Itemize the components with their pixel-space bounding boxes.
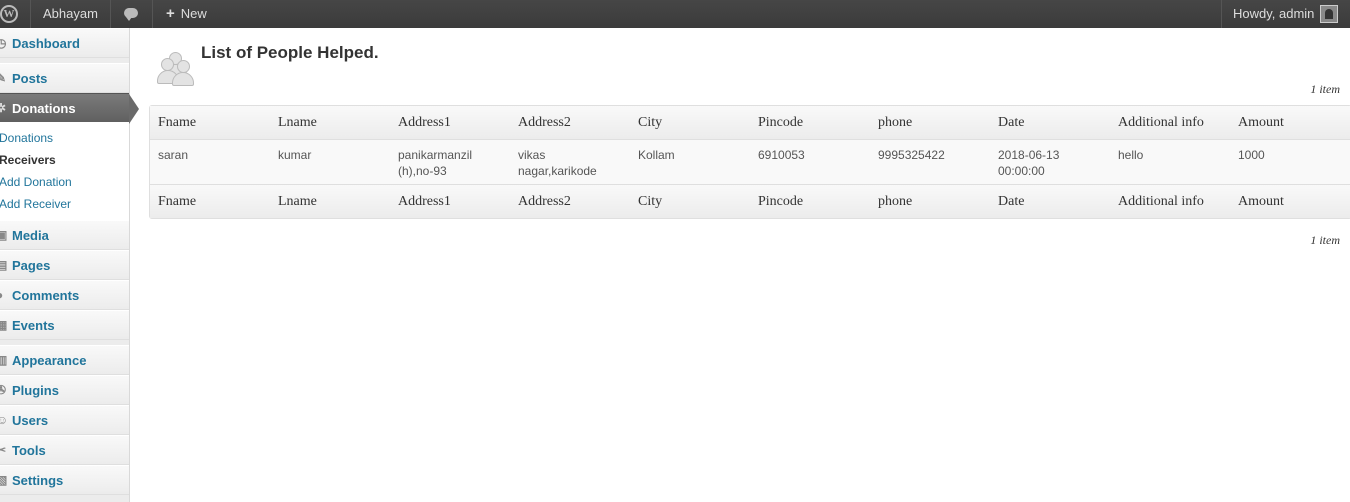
users-page-icon xyxy=(157,50,194,86)
sidebar-item-donations[interactable]: ✲ Donations xyxy=(0,93,139,124)
sidebar-item-media[interactable]: ▣ Media xyxy=(0,220,129,250)
sidebar-item-settings[interactable]: ▧ Settings xyxy=(0,465,129,495)
sidebar-item-users[interactable]: ☺ Users xyxy=(0,405,129,435)
sidebar-item-pages[interactable]: ▤ Pages xyxy=(0,250,129,280)
table-header-row: Fname Lname Address1 Address2 City Pinco… xyxy=(150,106,1350,140)
admin-sidebar: ◷ Dashboard ✎ Posts ✲ Donations Donation… xyxy=(0,28,139,502)
sidebar-item-label: Settings xyxy=(12,473,64,488)
cell-amount: 1000 xyxy=(1230,140,1350,184)
column-footer-address2: Address2 xyxy=(510,184,630,218)
adminbar-divider xyxy=(110,0,111,28)
sidebar-item-label: Comments xyxy=(12,288,80,303)
cell-lname: kumar xyxy=(270,140,390,184)
pages-icon: ▤ xyxy=(0,258,8,272)
adminbar-divider xyxy=(1221,0,1222,28)
media-icon: ▣ xyxy=(0,228,8,242)
cell-pincode: 6910053 xyxy=(750,140,870,184)
dashboard-icon: ◷ xyxy=(0,36,7,50)
new-content-button[interactable]: + New xyxy=(166,0,207,28)
posts-icon: ✎ xyxy=(0,71,7,85)
cell-additional-info: hello xyxy=(1110,140,1230,184)
column-footer-phone: phone xyxy=(870,184,990,218)
cell-date: 2018-06-13 00:00:00 xyxy=(990,140,1110,184)
submenu-item-receivers[interactable]: Receivers xyxy=(0,153,56,167)
sidebar-item-events[interactable]: ▦ Events xyxy=(0,310,129,340)
appearance-icon: ▥ xyxy=(0,353,8,367)
column-footer-lname: Lname xyxy=(270,184,390,218)
sidebar-item-label: Pages xyxy=(12,258,51,273)
sidebar-item-label: Media xyxy=(12,228,49,243)
item-count-bottom: 1 item xyxy=(1310,233,1340,247)
sidebar-item-label: Appearance xyxy=(12,353,87,368)
cell-city: Kollam xyxy=(630,140,750,184)
column-footer-city: City xyxy=(630,184,750,218)
site-name-link[interactable]: Abhayam xyxy=(43,0,98,28)
column-footer-address1: Address1 xyxy=(390,184,510,218)
sidebar-item-label: Dashboard xyxy=(12,36,80,51)
column-header-phone: phone xyxy=(870,106,990,140)
admin-bar: W Abhayam + New Howdy, admin xyxy=(0,0,1350,28)
plugins-icon: ✇ xyxy=(0,383,7,397)
column-footer-date: Date xyxy=(990,184,1110,218)
plus-icon: + xyxy=(166,5,175,22)
sidebar-item-label: Plugins xyxy=(12,383,59,398)
receivers-table: Fname Lname Address1 Address2 City Pinco… xyxy=(149,105,1350,219)
page-title: List of People Helped. xyxy=(201,43,379,62)
events-icon: ▦ xyxy=(0,318,8,332)
column-header-additional-info: Additional info xyxy=(1110,106,1230,140)
column-header-address2: Address2 xyxy=(510,106,630,140)
column-footer-additional-info: Additional info xyxy=(1110,184,1230,218)
tools-icon: ✂ xyxy=(0,443,7,457)
sidebar-item-dashboard[interactable]: ◷ Dashboard xyxy=(0,28,129,58)
sidebar-item-label: Events xyxy=(12,318,55,333)
sidebar-item-label: Tools xyxy=(12,443,46,458)
column-footer-pincode: Pincode xyxy=(750,184,870,218)
cell-address2: vikas nagar,karikode xyxy=(510,140,630,184)
avatar[interactable] xyxy=(1320,5,1338,23)
cell-phone: 9995325422 xyxy=(870,140,990,184)
cell-fname: saran xyxy=(150,140,270,184)
sidebar-item-label: Users xyxy=(12,413,49,428)
cell-address1: panikarmanzil (h),no-93 xyxy=(390,140,510,184)
submenu-item-add-donation[interactable]: Add Donation xyxy=(0,175,72,189)
adminbar-divider xyxy=(152,0,153,28)
column-header-amount: Amount xyxy=(1230,106,1350,140)
new-content-label: New xyxy=(180,6,207,21)
column-header-date: Date xyxy=(990,106,1110,140)
main-content: List of People Helped. 1 item Fname Lnam… xyxy=(130,28,1350,502)
sidebar-item-appearance[interactable]: ▥ Appearance xyxy=(0,345,129,375)
table-footer-row: Fname Lname Address1 Address2 City Pinco… xyxy=(150,184,1350,218)
sidebar-item-comments[interactable]: ● Comments xyxy=(0,280,129,310)
submenu-item-add-receiver[interactable]: Add Receiver xyxy=(0,197,71,211)
comments-icon: ● xyxy=(0,289,6,301)
column-header-city: City xyxy=(630,106,750,140)
submenu-item-donations[interactable]: Donations xyxy=(0,131,53,145)
column-header-pincode: Pincode xyxy=(750,106,870,140)
wordpress-logo-icon: W xyxy=(0,5,18,23)
users-icon: ☺ xyxy=(0,413,9,427)
sidebar-item-label: Donations xyxy=(12,101,76,116)
sidebar-item-posts[interactable]: ✎ Posts xyxy=(0,63,129,93)
settings-icon: ▧ xyxy=(0,473,8,487)
comment-bubble-icon xyxy=(124,8,138,21)
table-row: saran kumar panikarmanzil (h),no-93 vika… xyxy=(150,140,1350,184)
sidebar-item-plugins[interactable]: ✇ Plugins xyxy=(0,375,129,405)
column-header-fname: Fname xyxy=(150,106,270,140)
sidebar-item-label: Posts xyxy=(12,71,48,86)
donations-icon: ✲ xyxy=(0,101,7,115)
sidebar-item-tools[interactable]: ✂ Tools xyxy=(0,435,129,465)
column-footer-fname: Fname xyxy=(150,184,270,218)
column-footer-amount: Amount xyxy=(1230,184,1350,218)
adminbar-divider xyxy=(30,0,31,28)
column-header-lname: Lname xyxy=(270,106,390,140)
account-menu[interactable]: Howdy, admin xyxy=(1233,0,1314,28)
column-header-address1: Address1 xyxy=(390,106,510,140)
item-count-top: 1 item xyxy=(1310,82,1340,96)
wordpress-logo-button[interactable]: W xyxy=(0,0,30,28)
comments-button[interactable] xyxy=(122,0,144,28)
